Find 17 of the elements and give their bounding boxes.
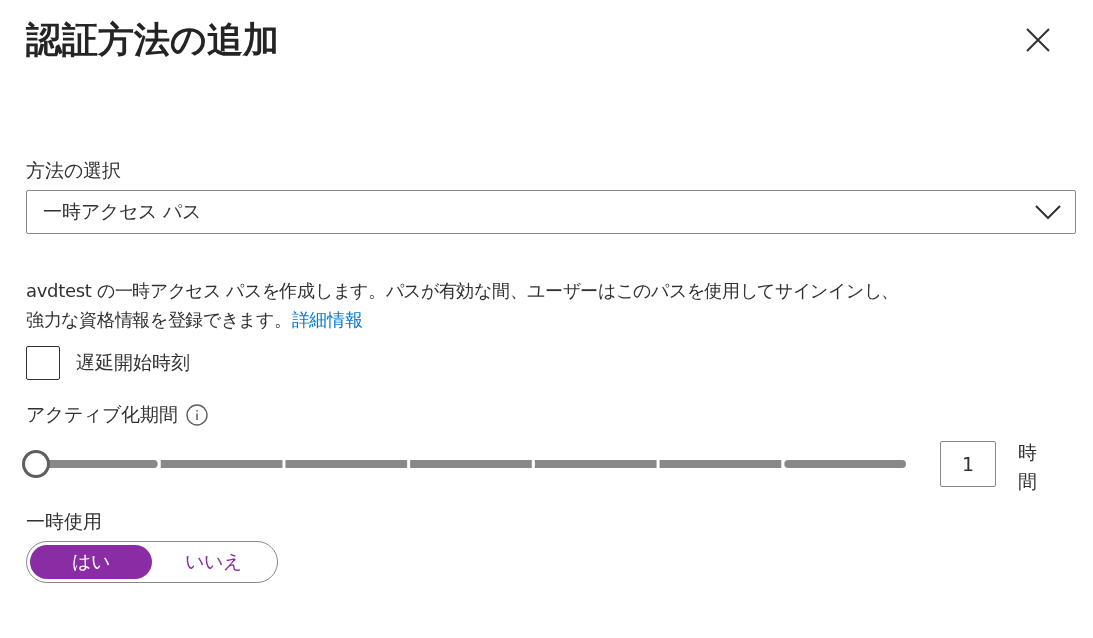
description-text: avdtest の一時アクセス パスを作成します。パスが有効な間、ユーザーはこのパスを使用してサインインし、強力な資格情報を登録できます。詳細情報 — [26, 279, 900, 332]
field-label: アクティブ化期間 — [26, 402, 178, 427]
info-icon — [186, 404, 208, 426]
duration-input[interactable]: 1 — [940, 440, 996, 487]
panel-title: 認証方法の追加 — [26, 17, 279, 62]
slider-thumb[interactable] — [22, 449, 50, 478]
method-dropdown[interactable]: 一時アクセス パス — [26, 190, 1076, 234]
field-label: 一時使用 — [26, 509, 103, 534]
toggle-option[interactable]: はい — [30, 545, 152, 579]
chevron-down-icon — [1035, 205, 1061, 219]
learn-more-link[interactable]: 詳細情報 — [291, 309, 363, 330]
unit-label: 時間 — [1018, 440, 1037, 494]
delayed-start-checkbox[interactable] — [26, 346, 60, 380]
close-icon — [1026, 28, 1050, 52]
toggle-option[interactable]: いいえ — [152, 545, 274, 579]
field-label: 方法の選択 — [26, 158, 122, 183]
checkbox-label: 遅延開始時刻 — [76, 350, 190, 375]
